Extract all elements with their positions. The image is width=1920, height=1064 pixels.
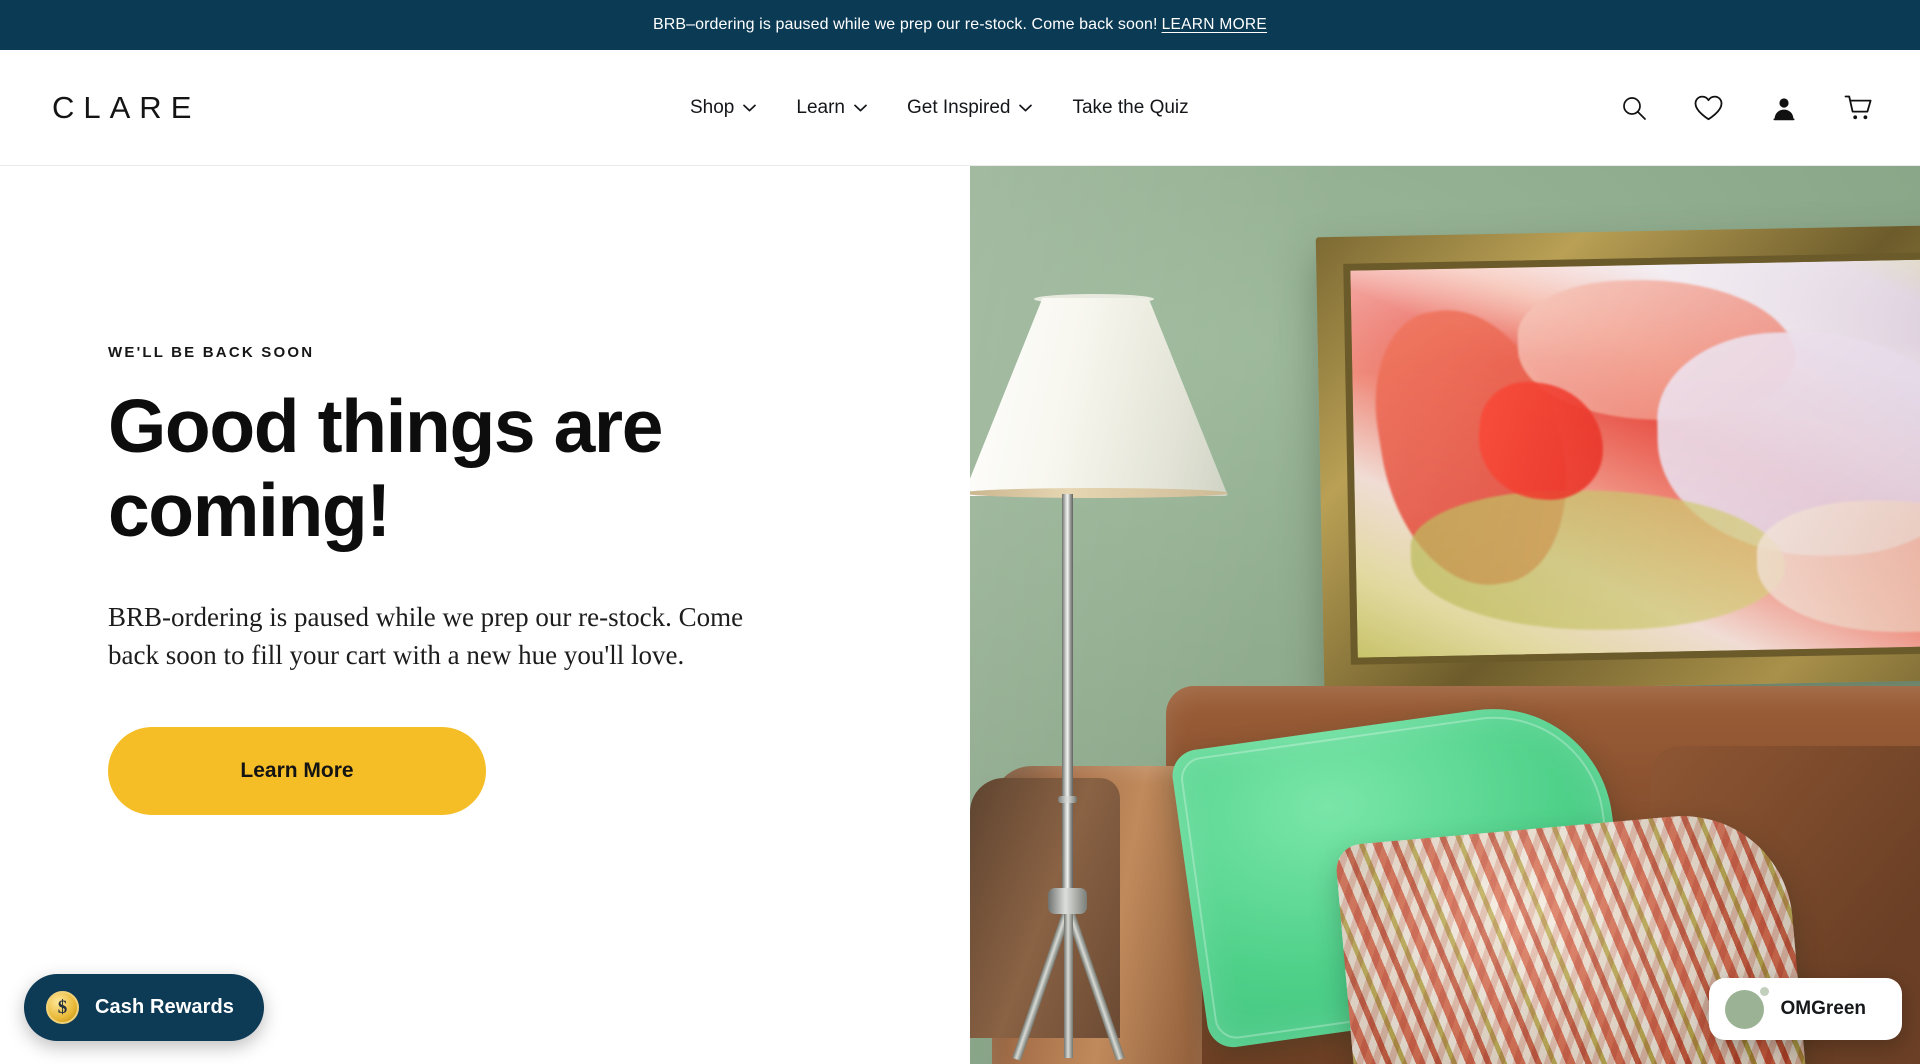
main-navigation: Shop Learn Get Inspired Take the Quiz [690,97,1189,119]
learn-more-button[interactable]: Learn More [108,726,486,815]
lamp-joint [1058,796,1077,803]
nav-item-label: Learn [796,96,845,118]
lamp-tripod-hub [1048,888,1087,914]
color-swatch-chip[interactable]: OMGreen [1709,978,1902,1040]
cart-icon[interactable] [1842,91,1876,125]
coin-dollar-icon: $ [46,991,79,1024]
hero-eyebrow: WE'LL BE BACK SOON [108,344,315,361]
chevron-down-icon [1019,104,1033,112]
nav-item-get-inspired[interactable]: Get Inspired [907,97,1033,119]
announcement-bar: BRB–ordering is paused while we prep our… [0,0,1920,50]
search-icon[interactable] [1617,91,1651,125]
chevron-down-icon [854,104,867,112]
page-title: Good things are coming! [108,384,663,552]
nav-item-label: Shop [690,96,735,118]
header-actions [1617,91,1876,125]
lamp-pole [1062,494,1073,892]
site-header: CLARE Shop Learn Get Inspired Take the Q… [0,50,1920,166]
cash-rewards-label: Cash Rewards [95,996,235,1018]
paint-color-name: OMGreen [1780,998,1866,1019]
nav-item-take-the-quiz[interactable]: Take the Quiz [1072,97,1188,119]
lamp-leg [1064,908,1073,1058]
artwork-canvas [1343,250,1920,665]
announcement-text: BRB–ordering is paused while we prep our… [652,16,1158,33]
nav-item-label: Take the Quiz [1072,96,1189,118]
heart-icon[interactable] [1692,91,1726,125]
chevron-down-icon [743,104,757,112]
framed-artwork [1315,222,1920,693]
hero-section: WE'LL BE BACK SOON Good things are comin… [0,166,1920,1064]
hero-content: WE'LL BE BACK SOON Good things are comin… [0,166,970,1064]
hero-image: OMGreen [970,166,1920,1064]
account-icon[interactable] [1767,91,1801,125]
nav-item-label: Get Inspired [906,96,1011,118]
nav-item-learn[interactable]: Learn [796,97,867,119]
brand-logo[interactable]: CLARE [52,90,200,126]
hero-body-text: BRB-ordering is paused while we prep our… [108,602,744,671]
nav-item-shop[interactable]: Shop [690,96,757,119]
cash-rewards-button[interactable]: $ Cash Rewards [24,974,265,1041]
lamp-shade-rim [970,488,1228,498]
announcement-learn-more-link[interactable]: LEARN MORE [1162,16,1268,34]
paint-swatch-icon [1725,986,1770,1029]
